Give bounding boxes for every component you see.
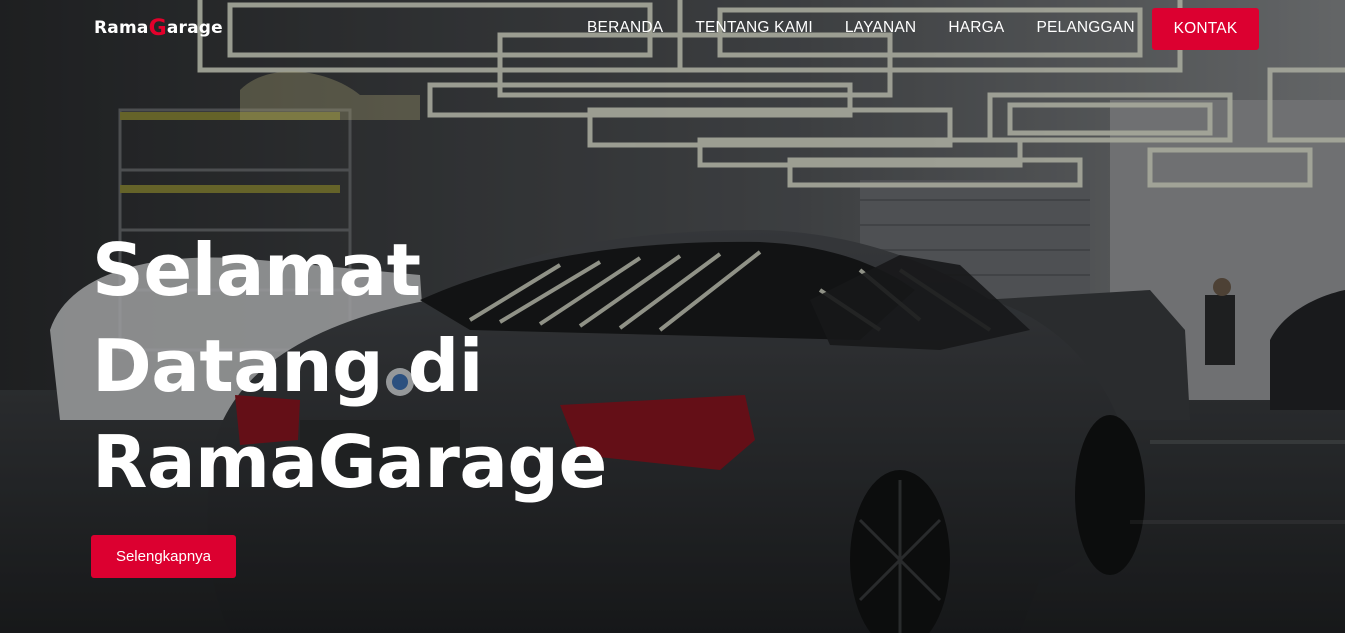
nav-links: BERANDA TENTANG KAMI LAYANAN HARGA PELAN… [587,19,1135,37]
nav-link-pelanggan[interactable]: PELANGGAN [1036,19,1134,37]
logo-prefix: Rama [94,18,149,38]
learn-more-button[interactable]: Selengkapnya [91,535,236,578]
nav-link-tentang-kami[interactable]: TENTANG KAMI [695,19,813,37]
logo-mark: G [148,15,167,41]
logo-suffix: arage [166,18,223,38]
nav-link-beranda[interactable]: BERANDA [587,19,663,37]
nav-link-layanan[interactable]: LAYANAN [845,19,916,37]
navbar: Rama G arage BERANDA TENTANG KAMI LAYANA… [0,0,1345,58]
hero-headline: Selamat Datang di RamaGarage [92,228,607,504]
hero-section: Rama G arage BERANDA TENTANG KAMI LAYANA… [0,0,1345,633]
brand-logo[interactable]: Rama G arage [94,15,223,41]
nav-link-harga[interactable]: HARGA [948,19,1004,37]
contact-button[interactable]: KONTAK [1152,8,1259,50]
